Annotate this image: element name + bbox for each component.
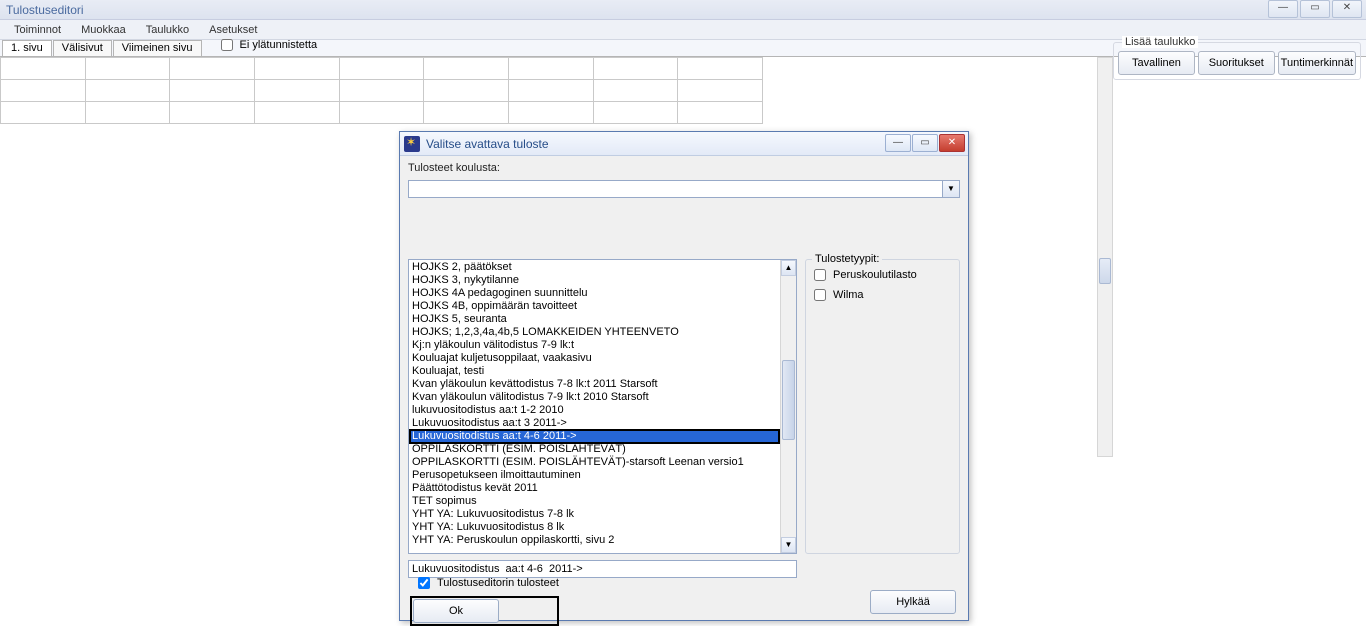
list-item[interactable]: HOJKS; 1,2,3,4a,4b,5 LOMAKKEIDEN YHTEENV… xyxy=(410,326,795,339)
list-item[interactable]: lukuvuositodistus aa:t 1-2 2010 xyxy=(410,404,795,417)
listbox-scrollbar[interactable]: ▲ ▼ xyxy=(780,260,796,553)
school-dropdown[interactable]: ▼ xyxy=(408,180,960,253)
cancel-button[interactable]: Hylkää xyxy=(870,590,956,614)
list-item[interactable]: HOJKS 4A pedagoginen suunnittelu xyxy=(410,287,795,300)
list-item[interactable]: Kvan yläkoulun kevättodistus 7-8 lk:t 20… xyxy=(410,378,795,391)
menu-toiminnot[interactable]: Toiminnot xyxy=(4,22,71,38)
add-table-hours[interactable]: Tuntimerkinnät xyxy=(1278,51,1356,75)
list-item[interactable]: Kouluajat, testi xyxy=(410,365,795,378)
type-label: Wilma xyxy=(833,289,864,301)
list-item[interactable]: TET sopimus xyxy=(410,495,795,508)
list-item[interactable]: Kvan yläkoulun välitodistus 7-9 lk:t 201… xyxy=(410,391,795,404)
list-item[interactable]: YHT YA: Lukuvuositodistus 7-8 lk xyxy=(410,508,795,521)
add-table-panel: Lisää taulukko Tavallinen Suoritukset Tu… xyxy=(1113,42,1361,80)
tab-first-page[interactable]: 1. sivu xyxy=(2,40,52,56)
app-icon xyxy=(404,136,420,152)
minimize-button[interactable]: — xyxy=(1268,0,1298,18)
list-item[interactable]: OPPILASKORTTI (ESIM. POISLÄHTEVÄT) xyxy=(410,443,795,456)
no-header-label: Ei ylätunnistetta xyxy=(240,39,318,51)
dialog-close-button[interactable]: ✕ xyxy=(939,134,965,152)
window-title: Tulostuseditori xyxy=(6,3,84,17)
scroll-down-icon[interactable]: ▼ xyxy=(781,537,796,553)
main-scrollbar[interactable] xyxy=(1097,57,1113,457)
list-item[interactable]: OPPILASKORTTI (ESIM. POISLÄHTEVÄT)-stars… xyxy=(410,456,795,469)
type-checkbox-row[interactable]: Wilma xyxy=(810,286,955,304)
dialog-maximize-button[interactable]: ▭ xyxy=(912,134,938,152)
ok-button[interactable]: Ok xyxy=(413,599,499,623)
dialog-window-controls: — ▭ ✕ xyxy=(885,134,965,152)
chevron-down-icon[interactable]: ▼ xyxy=(943,180,960,198)
list-item[interactable]: Lukuvuositodistus aa:t 4-6 2011-> xyxy=(410,430,795,443)
type-checkbox[interactable] xyxy=(814,269,826,281)
list-item[interactable]: YHT YA: Lukuvuositodistus 8 lk xyxy=(410,521,795,534)
type-checkbox-row[interactable]: Peruskoulutilasto xyxy=(810,266,955,284)
maximize-button[interactable]: ▭ xyxy=(1300,0,1330,18)
list-item[interactable]: Perusopetukseen ilmoittautuminen xyxy=(410,469,795,482)
menu-muokkaa[interactable]: Muokkaa xyxy=(71,22,136,38)
list-item[interactable]: HOJKS 3, nykytilanne xyxy=(410,274,795,287)
add-table-scores[interactable]: Suoritukset xyxy=(1198,51,1275,75)
printouts-listbox[interactable]: HOJKS 2, päätöksetHOJKS 3, nykytilanneHO… xyxy=(408,259,797,554)
no-header-checkbox[interactable]: Ei ylätunnistetta xyxy=(217,36,318,54)
add-table-regular[interactable]: Tavallinen xyxy=(1118,51,1195,75)
open-printout-dialog: Valitse avattava tuloste — ▭ ✕ Tulosteet… xyxy=(399,131,969,621)
window-controls: — ▭ ✕ xyxy=(1268,0,1362,18)
menu-taulukko[interactable]: Taulukko xyxy=(136,22,199,38)
add-table-title: Lisää taulukko xyxy=(1122,36,1198,48)
main-scrollbar-thumb[interactable] xyxy=(1099,258,1111,284)
list-item[interactable]: YHT YA: Peruskoulun oppilaskortti, sivu … xyxy=(410,534,795,547)
list-item[interactable]: HOJKS 2, päätökset xyxy=(410,261,795,274)
school-dropdown-input[interactable] xyxy=(408,180,943,198)
list-item[interactable]: Kouluajat kuljetusoppilaat, vaakasivu xyxy=(410,352,795,365)
editor-printouts-checkbox[interactable]: Tulostuseditorin tulosteet xyxy=(414,574,559,592)
dialog-minimize-button[interactable]: — xyxy=(885,134,911,152)
list-item[interactable]: Kj:n yläkoulun välitodistus 7-9 lk:t xyxy=(410,339,795,352)
editor-printouts-label: Tulostuseditorin tulosteet xyxy=(437,577,559,589)
main-titlebar: Tulostuseditori — ▭ ✕ xyxy=(0,0,1366,20)
list-item[interactable]: Lukuvuositodistus aa:t 3 2011-> xyxy=(410,417,795,430)
type-checkbox[interactable] xyxy=(814,289,826,301)
school-label: Tulosteet koulusta: xyxy=(408,162,500,174)
dialog-title: Valitse avattava tuloste xyxy=(426,137,549,151)
printout-types-title: Tulostetyypit: xyxy=(812,253,882,265)
tab-middle-pages[interactable]: Välisivut xyxy=(53,40,112,56)
list-item[interactable]: HOJKS 4B, oppimäärän tavoitteet xyxy=(410,300,795,313)
tab-last-page[interactable]: Viimeinen sivu xyxy=(113,40,202,56)
scroll-up-icon[interactable]: ▲ xyxy=(781,260,796,276)
list-item[interactable]: HOJKS 5, seuranta xyxy=(410,313,795,326)
no-header-checkbox-input[interactable] xyxy=(221,39,233,51)
layout-grid[interactable] xyxy=(0,57,763,124)
close-button[interactable]: ✕ xyxy=(1332,0,1362,18)
printout-types-group: Tulostetyypit: PeruskoulutilastoWilma xyxy=(805,259,960,554)
dialog-titlebar: Valitse avattava tuloste — ▭ ✕ xyxy=(400,132,968,156)
list-item[interactable]: Päättötodistus kevät 2011 xyxy=(410,482,795,495)
listbox-scrollbar-thumb[interactable] xyxy=(782,360,795,440)
dialog-bottom-row: Tulostuseditorin tulosteet Ok Hylkää xyxy=(408,584,960,614)
type-label: Peruskoulutilasto xyxy=(833,269,917,281)
editor-printouts-checkbox-input[interactable] xyxy=(418,577,430,589)
